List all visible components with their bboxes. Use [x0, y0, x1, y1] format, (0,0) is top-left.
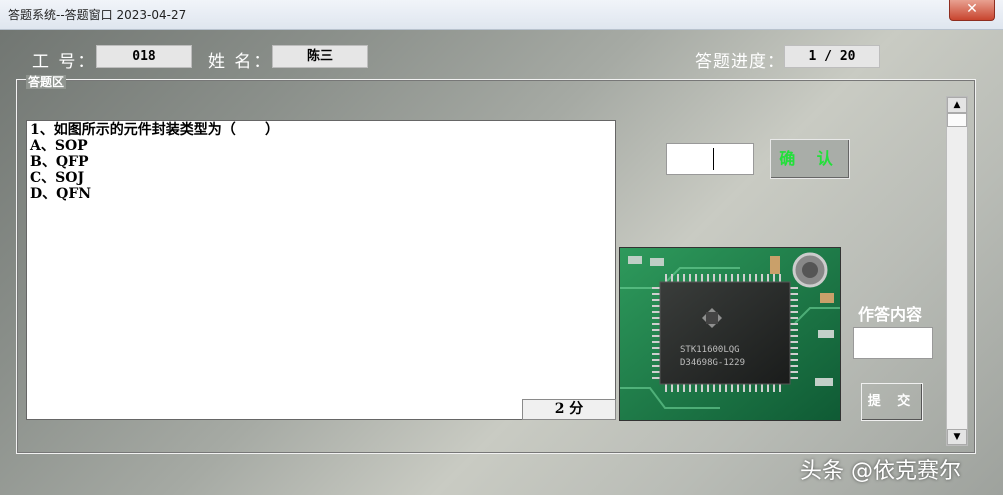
progress-field: 1 / 20: [784, 45, 880, 68]
question-textbox[interactable]: 1、如图所示的元件封装类型为（ ） A、SOP B、QFP C、SOJ D、QF…: [26, 120, 616, 420]
response-field: [853, 327, 933, 359]
question-score: 2 分: [522, 399, 616, 420]
answer-window: 答题系统--答题窗口 2023-04-27 ✕ 工 号： 018 姓 名： 陈三…: [0, 0, 1003, 495]
option-d: D、QFN: [30, 186, 92, 202]
qfp-chip-photo: STK11600LQG D34698G-1229: [620, 248, 840, 420]
scroll-down-button[interactable]: ▼: [947, 429, 967, 445]
scrollbar-thumb[interactable]: [947, 113, 967, 127]
response-label: 作答内容: [858, 305, 923, 324]
submit-button[interactable]: 提 交: [861, 383, 923, 421]
answer-area-title: 答题区: [26, 75, 67, 89]
option-c: C、SOJ: [30, 170, 85, 186]
question-text: 1、如图所示的元件封装类型为（ ）: [30, 122, 279, 138]
title-bar[interactable]: 答题系统--答题窗口 2023-04-27 ✕: [0, 0, 1003, 30]
answer-input[interactable]: [666, 143, 754, 175]
employee-id-label: 工 号：: [32, 52, 97, 72]
progress-label: 答题进度：: [695, 52, 785, 72]
close-button[interactable]: ✕: [949, 0, 995, 21]
name-label: 姓 名：: [208, 52, 273, 72]
employee-id-field: 018: [96, 45, 192, 68]
window-title: 答题系统--答题窗口 2023-04-27: [8, 8, 187, 22]
vertical-scrollbar[interactable]: ▲ ▼: [946, 96, 968, 446]
scroll-up-button[interactable]: ▲: [947, 97, 967, 113]
chip-marking-1: STK11600LQG: [680, 345, 740, 355]
name-field: 陈三: [272, 45, 368, 68]
option-b: B、QFP: [30, 154, 89, 170]
watermark: 头条 @依克赛尔: [800, 459, 961, 484]
text-caret: [713, 148, 714, 170]
scroll-up-icon: ▲: [953, 100, 961, 110]
scroll-down-icon: ▼: [953, 432, 961, 442]
component-image: STK11600LQG D34698G-1229: [619, 247, 841, 421]
option-a: A、SOP: [30, 138, 88, 154]
close-icon: ✕: [966, 1, 978, 17]
confirm-button[interactable]: 确 认: [770, 139, 850, 179]
chip-marking-2: D34698G-1229: [680, 358, 745, 368]
